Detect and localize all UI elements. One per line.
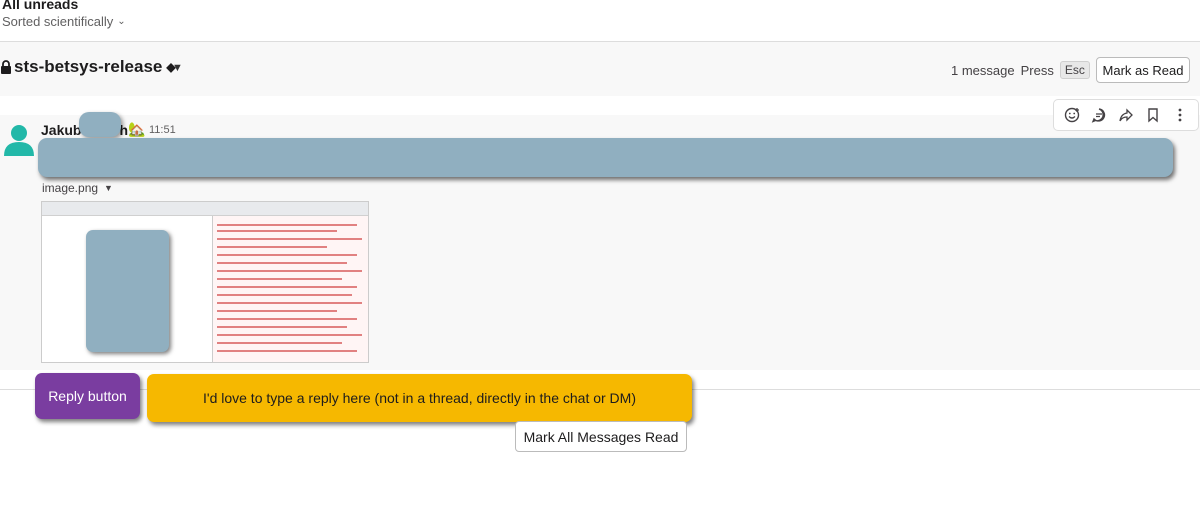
mark-as-read-button[interactable]: Mark as Read xyxy=(1096,57,1190,83)
screenshot-browser-bar xyxy=(42,202,368,216)
console-line xyxy=(217,294,352,296)
console-line xyxy=(217,254,357,256)
reply-input-annotation: I'd love to type a reply here (not in a … xyxy=(147,374,692,422)
channel-name[interactable]: sts-betsys-release ◆ xyxy=(0,57,176,77)
esc-key-badge: Esc xyxy=(1059,61,1090,79)
console-line xyxy=(217,278,342,280)
channel-menu-caret-icon[interactable]: ▼ xyxy=(172,62,183,74)
reply-button[interactable]: Reply button xyxy=(35,373,140,419)
message-timestamp[interactable]: 11:51 xyxy=(149,124,176,136)
console-line xyxy=(217,350,357,352)
console-line xyxy=(217,270,362,272)
console-line xyxy=(217,302,362,304)
page-title: All unreads xyxy=(2,0,79,12)
console-line xyxy=(217,326,347,328)
status-emoji: 🏡 xyxy=(128,121,146,137)
console-line xyxy=(217,286,357,288)
reply-in-thread-icon[interactable] xyxy=(1088,104,1110,126)
avatar[interactable] xyxy=(3,122,35,156)
chevron-down-icon: ⌄ xyxy=(117,16,126,27)
console-line xyxy=(217,310,337,312)
bookmark-icon[interactable] xyxy=(1142,104,1164,126)
caret-down-icon: ▼ xyxy=(104,183,113,193)
sender-first-name: Jakub xyxy=(41,121,82,138)
sort-label: Sorted scientifically xyxy=(2,14,114,29)
add-reaction-icon[interactable] xyxy=(1061,104,1083,126)
console-line xyxy=(217,230,337,232)
mark-all-read-button[interactable]: Mark All Messages Read xyxy=(515,421,687,452)
console-line xyxy=(217,262,347,264)
console-line xyxy=(217,224,357,226)
image-attachment[interactable] xyxy=(41,201,369,363)
channel-name-label: sts-betsys-release xyxy=(14,57,163,76)
console-line xyxy=(217,318,357,320)
share-icon[interactable] xyxy=(1115,104,1137,126)
attachment-header[interactable]: image.png ▼ xyxy=(42,181,113,195)
message-count: 1 message xyxy=(951,62,1015,78)
lock-icon xyxy=(1,60,11,74)
sort-dropdown[interactable]: Sorted scientifically ⌄ xyxy=(2,14,126,29)
console-line xyxy=(217,238,362,240)
redacted-name xyxy=(79,112,121,137)
attachment-name: image.png xyxy=(42,181,99,195)
message-actions-toolbar xyxy=(1053,99,1199,131)
console-line xyxy=(217,342,342,344)
more-actions-icon[interactable] xyxy=(1169,104,1191,126)
console-line xyxy=(217,334,362,336)
unread-status: 1 message Press Esc to xyxy=(951,61,1107,79)
console-line xyxy=(217,246,327,248)
press-text: Press xyxy=(1020,62,1054,78)
screenshot-console-panel xyxy=(212,216,368,362)
redacted-screenshot-area xyxy=(86,230,169,352)
redacted-message-text xyxy=(38,138,1173,177)
